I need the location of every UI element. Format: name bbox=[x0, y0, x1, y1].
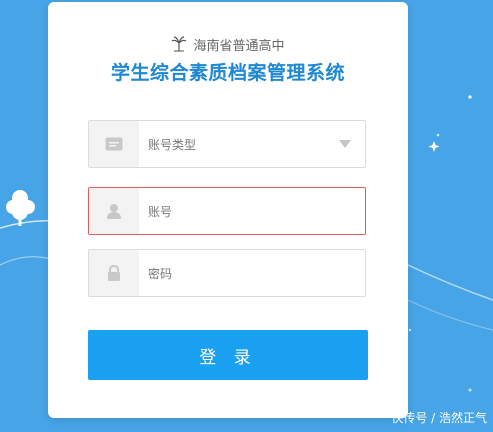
chevron-down-icon[interactable] bbox=[339, 140, 351, 148]
account-input[interactable] bbox=[139, 188, 370, 236]
account-type-label: 账号类型 bbox=[148, 137, 197, 152]
school-header: 海南省普通高中 bbox=[48, 35, 408, 54]
account-type-select[interactable]: 账号类型 bbox=[88, 120, 366, 168]
system-title: 学生综合素质档案管理系统 bbox=[110, 62, 345, 84]
account-type-icon-box bbox=[89, 121, 139, 167]
account-field bbox=[88, 187, 370, 236]
password-field bbox=[88, 249, 370, 298]
password-icon-box bbox=[89, 250, 139, 296]
watermark: 快传号 / 浩然正气 bbox=[391, 411, 487, 425]
school-name: 海南省普通高中 bbox=[193, 38, 285, 54]
palm-tree-logo-icon bbox=[172, 36, 187, 52]
login-card: 海南省普通高中 学生综合素质档案管理系统 账号类型 账号 登 录 bbox=[48, 2, 408, 418]
lock-icon bbox=[108, 265, 120, 281]
tree-icon bbox=[6, 190, 35, 226]
user-icon bbox=[107, 204, 121, 219]
login-button[interactable]: 登 录 bbox=[88, 330, 368, 380]
id-card-icon bbox=[105, 137, 123, 151]
account-icon-box bbox=[89, 188, 139, 234]
password-input[interactable] bbox=[139, 250, 370, 298]
